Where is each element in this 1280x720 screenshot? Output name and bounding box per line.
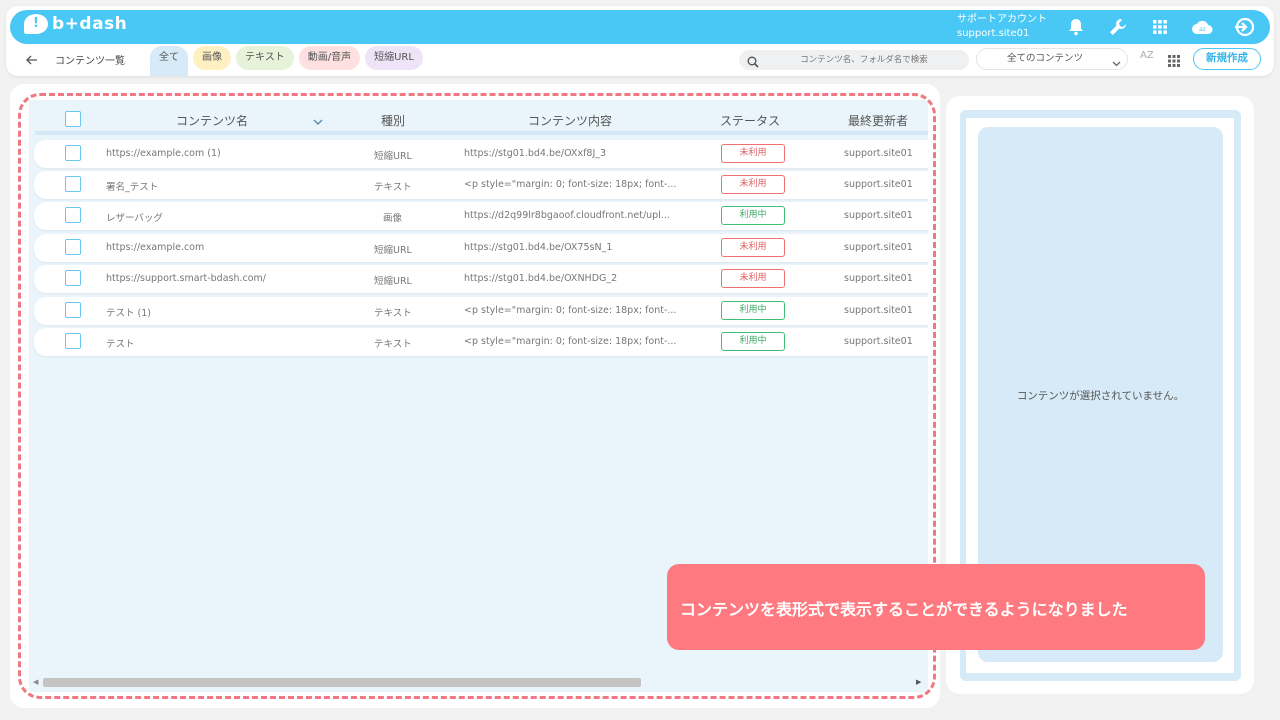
callout-text: コンテンツを表形式で表示することができるようになりました [680, 600, 1128, 619]
row-checkbox[interactable] [65, 239, 81, 255]
cell-updater: support.site01 [844, 273, 913, 284]
cell-type: 短縮URL [374, 276, 412, 287]
table-row[interactable]: レザーバッグ 画像 https://d2q99lr8bgaoof.cloudfr… [34, 202, 928, 230]
cell-content: https://d2q99lr8bgaoof.cloudfront.net/up… [464, 210, 670, 221]
cell-name: https://support.smart-bdash.com/ [106, 273, 266, 284]
cell-updater: support.site01 [844, 305, 913, 316]
account-info[interactable]: サポートアカウント support.site01 [957, 13, 1047, 41]
tab-short-url[interactable]: 短縮URL [365, 46, 423, 70]
top-bar: ! b+dash サポートアカウント support.site01 az [10, 10, 1270, 44]
bell-icon[interactable] [1064, 15, 1088, 39]
row-checkbox[interactable] [65, 145, 81, 161]
empty-selection-message: コンテンツが選択されていません。 [1016, 390, 1185, 402]
cell-updater: support.site01 [844, 210, 913, 221]
cell-content: https://stg01.bd4.be/OXxf8J_3 [464, 148, 607, 159]
tab-video-audio[interactable]: 動画/音声 [298, 46, 361, 70]
logo-bubble-icon: ! [24, 14, 48, 34]
status-badge: 未利用 [721, 175, 785, 194]
cell-name: 署名_テスト [106, 182, 159, 193]
cell-content: <p style="margin: 0; font-size: 18px; fo… [464, 179, 677, 190]
sort-az-icon[interactable]: AZ [1140, 50, 1154, 61]
grid-view-icon[interactable] [1168, 52, 1180, 71]
table-row[interactable]: https://example.com (1) 短縮URL https://st… [34, 140, 928, 168]
logo-text: b+dash [52, 14, 128, 34]
scroll-thumb[interactable] [43, 678, 641, 687]
chevron-down-icon [1112, 55, 1121, 75]
header-divider [35, 131, 928, 135]
column-header-updater[interactable]: 最終更新者 [848, 112, 908, 129]
tab-image[interactable]: 画像 [193, 46, 231, 70]
account-id: support.site01 [957, 28, 1030, 39]
cell-name: テスト (1) [106, 308, 151, 319]
cell-content: <p style="margin: 0; font-size: 18px; fo… [464, 305, 677, 316]
search-input[interactable] [769, 50, 959, 70]
row-checkbox[interactable] [65, 207, 81, 223]
cell-updater: support.site01 [844, 148, 913, 159]
cell-type: 画像 [383, 213, 403, 224]
column-header-content[interactable]: コンテンツ内容 [528, 112, 612, 129]
type-tabs: 全て 画像 テキスト 動画/音声 短縮URL [150, 46, 423, 76]
cell-updater: support.site01 [844, 179, 913, 190]
status-badge: 未利用 [721, 269, 785, 288]
cell-name: https://example.com (1) [106, 148, 221, 159]
cell-type: テキスト [374, 182, 412, 193]
status-badge: 未利用 [721, 144, 785, 163]
page-title: コンテンツ一覧 [55, 56, 125, 67]
cell-content: https://stg01.bd4.be/OX75sN_1 [464, 242, 613, 253]
back-arrow-icon[interactable] [26, 51, 40, 65]
cell-content: https://stg01.bd4.be/OXNHDG_2 [464, 273, 618, 284]
status-badge: 利用中 [721, 206, 785, 225]
logout-icon[interactable] [1232, 15, 1256, 39]
announcement-callout: コンテンツを表形式で表示することができるようになりました [667, 564, 1205, 650]
column-header-name[interactable]: コンテンツ名 [176, 112, 248, 129]
cloud-tag-icon[interactable]: az [1190, 15, 1214, 39]
cell-type: テキスト [374, 308, 412, 319]
cell-name: レザーバッグ [106, 213, 163, 224]
table-row[interactable]: https://example.com 短縮URL https://stg01.… [34, 234, 928, 262]
new-content-button[interactable]: 新規作成 [1193, 48, 1261, 70]
column-header-type[interactable]: 種別 [381, 112, 405, 129]
cell-type: テキスト [374, 339, 412, 350]
status-badge: 利用中 [721, 332, 785, 351]
filter-value: 全てのコンテンツ [1007, 53, 1084, 64]
chevron-down-icon[interactable] [313, 115, 323, 129]
apps-grid-icon[interactable] [1148, 15, 1172, 39]
horizontal-scrollbar[interactable]: ◀ ▶ [29, 675, 928, 689]
search-box [739, 50, 969, 70]
svg-text:az: az [1199, 26, 1206, 33]
logo[interactable]: ! b+dash [24, 14, 127, 34]
row-checkbox[interactable] [65, 176, 81, 192]
row-checkbox[interactable] [65, 270, 81, 286]
tab-text[interactable]: テキスト [236, 46, 294, 70]
status-badge: 利用中 [721, 301, 785, 320]
select-all-checkbox[interactable] [65, 111, 81, 127]
cell-type: 短縮URL [374, 245, 412, 256]
table-row[interactable]: テスト テキスト <p style="margin: 0; font-size:… [34, 328, 928, 356]
row-checkbox[interactable] [65, 302, 81, 318]
cell-content: <p style="margin: 0; font-size: 18px; fo… [464, 336, 677, 347]
cell-type: 短縮URL [374, 151, 412, 162]
wrench-icon[interactable] [1106, 15, 1130, 39]
scroll-right-icon[interactable]: ▶ [916, 678, 921, 686]
status-badge: 未利用 [721, 238, 785, 257]
cell-name: https://example.com [106, 242, 205, 253]
scroll-left-icon[interactable]: ◀ [33, 678, 38, 686]
search-icon [747, 53, 760, 68]
account-name: サポートアカウント [957, 14, 1047, 25]
cell-updater: support.site01 [844, 336, 913, 347]
table-row[interactable]: テスト (1) テキスト <p style="margin: 0; font-s… [34, 297, 928, 325]
row-checkbox[interactable] [65, 333, 81, 349]
table-row[interactable]: https://support.smart-bdash.com/ 短縮URL h… [34, 265, 928, 293]
column-header-status[interactable]: ステータス [720, 112, 780, 129]
content-filter-select[interactable]: 全てのコンテンツ [976, 48, 1128, 70]
toolbar: コンテンツ一覧 全て 画像 テキスト 動画/音声 短縮URL 全てのコンテンツ … [6, 46, 1274, 76]
cell-updater: support.site01 [844, 242, 913, 253]
tab-all[interactable]: 全て [150, 46, 188, 76]
table-row[interactable]: 署名_テスト テキスト <p style="margin: 0; font-si… [34, 171, 928, 199]
cell-name: テスト [106, 339, 135, 350]
